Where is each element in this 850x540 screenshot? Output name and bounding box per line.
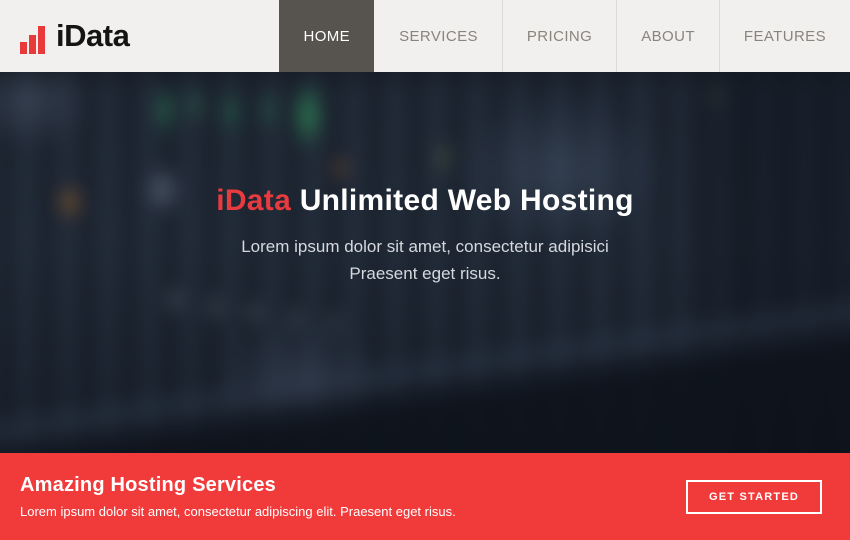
- cta-text-block: Amazing Hosting Services Lorem ipsum dol…: [20, 474, 456, 519]
- hero-section: iData Unlimited Web Hosting Lorem ipsum …: [0, 72, 850, 453]
- logo[interactable]: iData: [0, 0, 129, 72]
- logo-text: iData: [56, 18, 129, 54]
- nav-item-pricing[interactable]: PRICING: [502, 0, 616, 72]
- hero-content: iData Unlimited Web Hosting Lorem ipsum …: [0, 72, 850, 287]
- nav-item-services[interactable]: SERVICES: [374, 0, 502, 72]
- cta-band: Amazing Hosting Services Lorem ipsum dol…: [0, 453, 850, 540]
- cta-heading: Amazing Hosting Services: [20, 474, 456, 497]
- nav-item-home[interactable]: HOME: [279, 0, 374, 72]
- nav-item-features[interactable]: FEATURES: [719, 0, 850, 72]
- main-nav: HOME SERVICES PRICING ABOUT FEATURES: [279, 0, 850, 72]
- hero-subtitle-line1: Lorem ipsum dolor sit amet, consectetur …: [241, 237, 609, 256]
- site-header: iData HOME SERVICES PRICING ABOUT FEATUR…: [0, 0, 850, 72]
- hero-title-rest: Unlimited Web Hosting: [291, 184, 634, 217]
- hero-title-highlight: iData: [216, 184, 291, 217]
- bar-chart-icon: [18, 16, 48, 56]
- hero-subtitle-line2: Praesent eget risus.: [349, 264, 500, 283]
- nav-item-about[interactable]: ABOUT: [616, 0, 719, 72]
- cta-subtext: Lorem ipsum dolor sit amet, consectetur …: [20, 504, 456, 519]
- hero-subtitle: Lorem ipsum dolor sit amet, consectetur …: [0, 233, 850, 287]
- get-started-button[interactable]: GET STARTED: [686, 480, 822, 514]
- hero-title: iData Unlimited Web Hosting: [0, 184, 850, 218]
